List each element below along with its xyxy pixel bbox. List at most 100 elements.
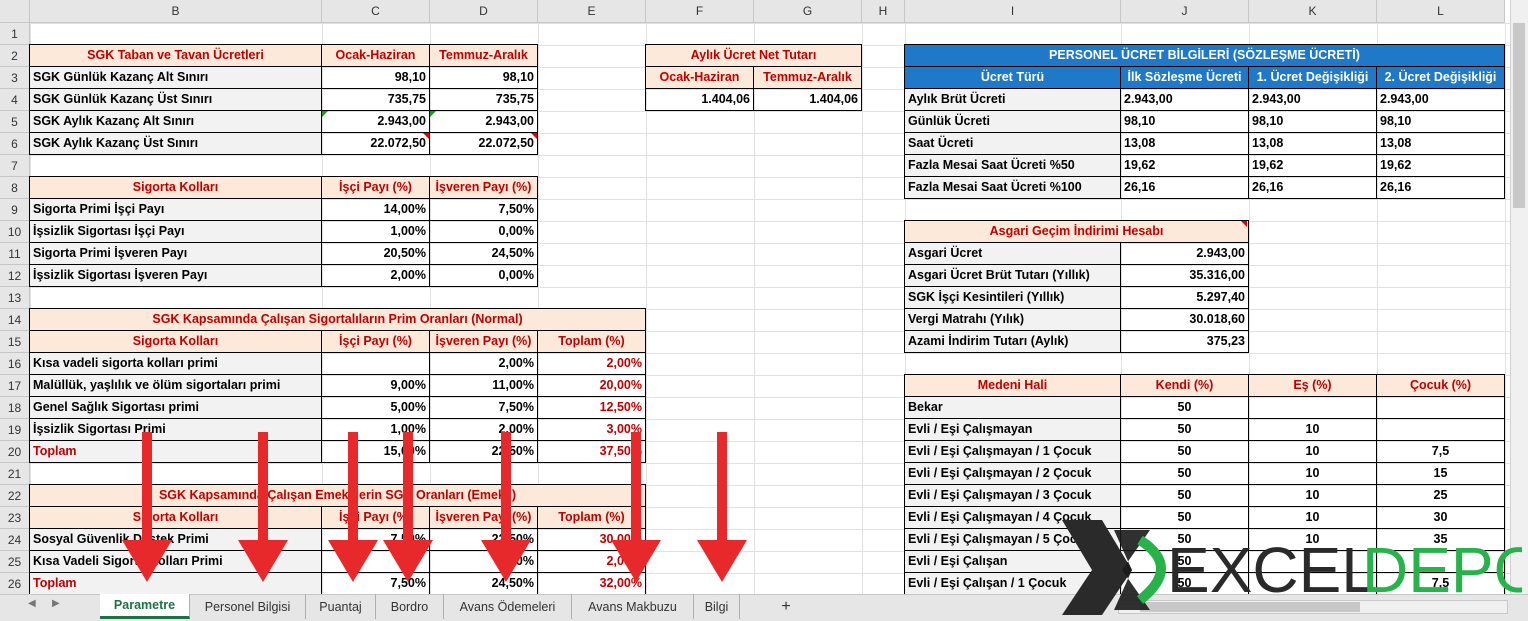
select-all-corner[interactable] [0, 0, 30, 23]
table-header[interactable]: Temmuz-Aralık [753, 66, 862, 89]
value-cell[interactable]: 9,00% [321, 374, 430, 397]
value-cell[interactable]: 2.943,00 [1248, 88, 1377, 111]
sheet-tab-1[interactable]: Parametre [100, 594, 190, 619]
table-header[interactable]: İşçi Payı (%) [321, 176, 430, 199]
value-cell[interactable]: 50 [1120, 440, 1249, 463]
value-cell[interactable]: 15,00% [321, 440, 430, 463]
table-header[interactable]: İşveren Payı (%) [429, 330, 538, 353]
row-label[interactable]: SGK İşçi Kesintileri (Yıllık) [904, 286, 1121, 309]
spreadsheet-grid[interactable]: B C D E F G H I J K L 1 2 3 4 5 6 7 8 9 10 11 12 13 14 15 16 17 18 19… [0, 0, 1510, 594]
row-label[interactable]: SGK Aylık Kazanç Üst Sınırı [29, 132, 322, 155]
row-header[interactable]: 13 [0, 287, 30, 309]
value-cell[interactable]: 7,50% [429, 396, 538, 419]
row-label[interactable]: İşsizlik Sigortası İşçi Payı [29, 220, 322, 243]
row-header[interactable]: 15 [0, 331, 30, 353]
value-cell[interactable]: 50 [1120, 462, 1249, 485]
value-cell[interactable]: 1,00% [321, 418, 430, 441]
row-label[interactable]: Günlük Ücreti [904, 110, 1121, 133]
table-header[interactable]: 1. Ücret Değişikliği [1248, 66, 1377, 89]
value-cell[interactable]: 98,10 [1248, 110, 1377, 133]
row-header[interactable]: 24 [0, 529, 30, 551]
table-header[interactable]: İşçi Payı (%) [321, 330, 430, 353]
value-cell[interactable]: 19,62 [1120, 154, 1249, 177]
value-cell[interactable]: 10 [1248, 418, 1377, 441]
value-cell[interactable]: 26,16 [1120, 176, 1249, 199]
value-cell[interactable]: 13,08 [1376, 132, 1505, 155]
table-header[interactable]: 2. Ücret Değişikliği [1376, 66, 1505, 89]
value-cell[interactable]: 14,00% [321, 198, 430, 221]
row-header[interactable]: 7 [0, 155, 30, 177]
table-header[interactable]: Medeni Hali [904, 374, 1121, 397]
value-cell[interactable]: 98,10 [321, 66, 430, 89]
table-header[interactable]: Sigorta Kolları [29, 506, 322, 529]
row-label[interactable]: Sigorta Primi İşveren Payı [29, 242, 322, 265]
column-header[interactable]: G [754, 0, 862, 23]
row-header[interactable]: 9 [0, 199, 30, 221]
value-cell[interactable]: 30.018,60 [1120, 308, 1249, 331]
table-header[interactable]: SGK Taban ve Tavan Ücretleri [29, 44, 322, 67]
total-cell[interactable]: 20,00% [537, 374, 646, 397]
table-header[interactable]: Toplam (%) [537, 506, 646, 529]
row-label[interactable]: Kısa vadeli sigorta kolları primi [29, 352, 322, 375]
table-header[interactable]: Aylık Ücret Net Tutarı [645, 44, 862, 67]
row-label[interactable]: Asgari Ücret [904, 242, 1121, 265]
row-header[interactable]: 20 [0, 441, 30, 463]
row-label[interactable]: İşsizlik Sigortası İşveren Payı [29, 264, 322, 287]
table-header[interactable]: Eş (%) [1248, 374, 1377, 397]
column-header[interactable]: I [905, 0, 1121, 23]
value-cell[interactable] [1376, 396, 1505, 419]
value-cell[interactable]: 1,00% [321, 220, 430, 243]
value-cell[interactable]: 2.943,00 [429, 110, 538, 133]
row-header[interactable]: 22 [0, 485, 30, 507]
row-header[interactable]: 21 [0, 463, 30, 485]
table-header[interactable]: İşçi Payı (%) [321, 506, 430, 529]
value-cell[interactable]: 10 [1248, 440, 1377, 463]
row-header[interactable]: 12 [0, 265, 30, 287]
value-cell[interactable]: 375,23 [1120, 330, 1249, 353]
value-cell[interactable]: 2,00% [429, 352, 538, 375]
table-header[interactable]: İşveren Payı (%) [429, 176, 538, 199]
column-header[interactable]: D [430, 0, 538, 23]
value-cell[interactable]: 19,62 [1376, 154, 1505, 177]
value-cell[interactable]: 2,00% [429, 418, 538, 441]
row-header[interactable]: 11 [0, 243, 30, 265]
row-header[interactable]: 25 [0, 551, 30, 573]
sheet-tab-4[interactable]: Bordro [376, 594, 444, 619]
value-cell[interactable]: 98,10 [1120, 110, 1249, 133]
value-cell[interactable]: 1.404,06 [645, 88, 754, 111]
row-label[interactable]: Evli / Eşi Çalışmayan / 2 Çocuk [904, 462, 1121, 485]
add-sheet-button[interactable]: + [770, 594, 802, 619]
table-caption[interactable]: SGK Kapsamında Çalışan Emeklilerin SGK O… [29, 484, 646, 507]
row-label[interactable]: Fazla Mesai Saat Ücreti %50 [904, 154, 1121, 177]
row-label[interactable]: Genel Sağlık Sigortası primi [29, 396, 322, 419]
value-cell[interactable]: 10 [1248, 484, 1377, 507]
table-header[interactable]: Ücret Türü [904, 66, 1121, 89]
table-header[interactable]: Çocuk (%) [1376, 374, 1505, 397]
value-cell[interactable]: 2.943,00 [1120, 88, 1249, 111]
table-header[interactable]: Toplam (%) [537, 330, 646, 353]
table-header[interactable]: PERSONEL ÜCRET BİLGİLERİ (SÖZLEŞME ÜCRET… [904, 44, 1505, 67]
column-header[interactable]: K [1249, 0, 1377, 23]
table-header[interactable]: Kendi (%) [1120, 374, 1249, 397]
value-cell[interactable]: 5.297,40 [1120, 286, 1249, 309]
value-cell[interactable]: 22,50% [429, 440, 538, 463]
row-label[interactable]: SGK Günlük Kazanç Üst Sınırı [29, 88, 322, 111]
vertical-scroll-thumb[interactable] [1513, 23, 1525, 208]
row-label[interactable]: İşsizlik Sigortası Primi [29, 418, 322, 441]
row-header[interactable]: 17 [0, 375, 30, 397]
total-cell[interactable]: 2,00% [537, 352, 646, 375]
row-header[interactable]: 3 [0, 67, 30, 89]
sheet-tab-3[interactable]: Puantaj [306, 594, 376, 619]
row-label[interactable]: SGK Aylık Kazanç Alt Sınırı [29, 110, 322, 133]
prev-sheet-icon[interactable]: ◀ [28, 598, 36, 609]
table-header[interactable]: Ocak-Haziran [321, 44, 430, 67]
total-cell[interactable]: 3,00% [537, 418, 646, 441]
column-header[interactable]: L [1377, 0, 1505, 23]
value-cell[interactable]: 10 [1248, 462, 1377, 485]
row-label[interactable]: Toplam [29, 440, 322, 463]
value-cell[interactable]: 7,5 [1376, 440, 1505, 463]
column-header[interactable]: C [322, 0, 430, 23]
value-cell[interactable]: 7,50% [429, 198, 538, 221]
table-header[interactable]: Ocak-Haziran [645, 66, 754, 89]
value-cell[interactable]: 98,10 [1376, 110, 1505, 133]
